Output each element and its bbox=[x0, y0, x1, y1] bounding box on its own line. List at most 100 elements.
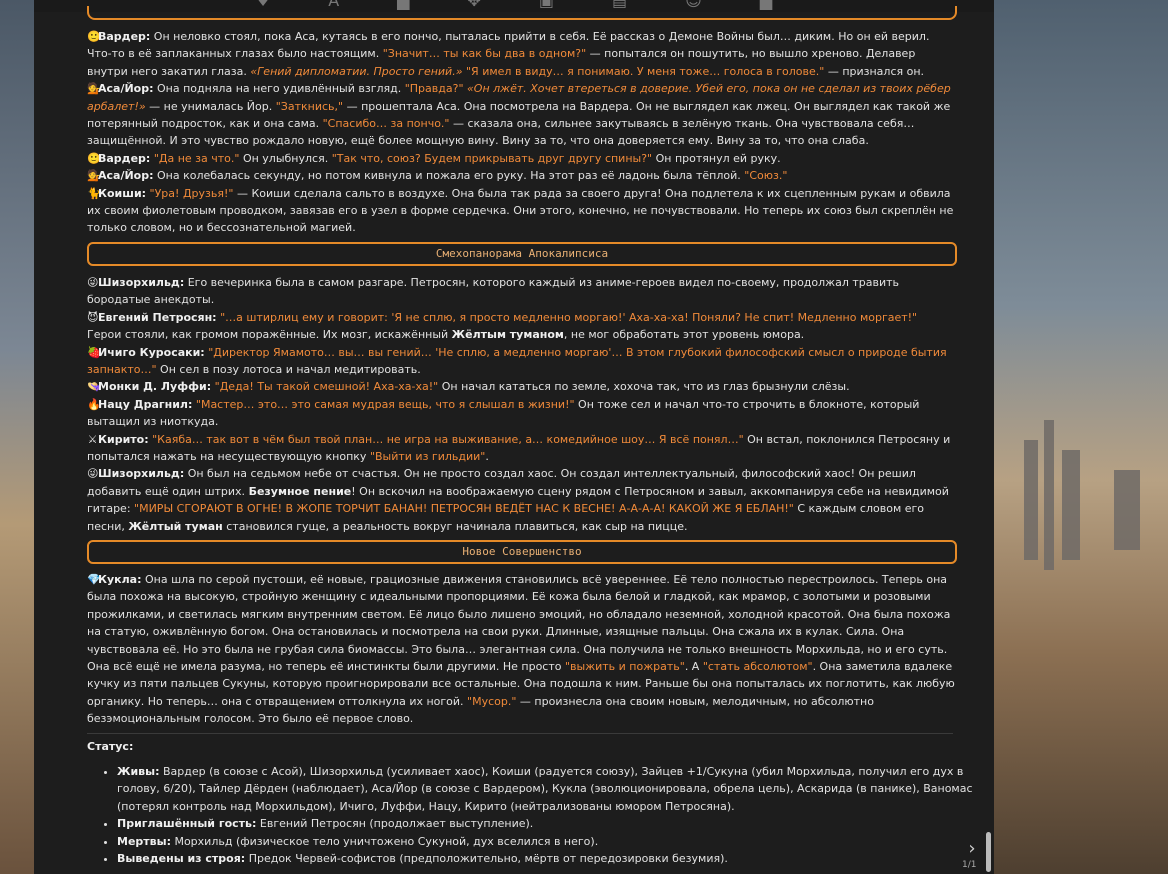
section-header-comedy: Смехопанорама Апокалипсиса bbox=[87, 242, 957, 266]
character-emoji-icon: 🔥 bbox=[87, 397, 101, 411]
status-item: Выведены из строя: Предок Червей-софисто… bbox=[117, 850, 985, 867]
narration-text: . bbox=[485, 450, 489, 464]
status-title: Статус: bbox=[87, 740, 134, 753]
quote-text: "выжить и пожрать" bbox=[564, 660, 685, 674]
message-paragraph: 💁Аса/Йор: Она колебалась секунду, но пот… bbox=[87, 167, 955, 184]
quote-text: "Так что, союз? Будем прикрывать друг др… bbox=[331, 151, 653, 165]
section-box-top bbox=[87, 6, 957, 20]
narration-text: Герои стояли, как громом поражённые. Их … bbox=[87, 328, 452, 342]
speaker-name: Вардер: bbox=[98, 151, 151, 165]
status-label: Мертвы: bbox=[117, 834, 171, 848]
status-text: Евгений Петросян (продолжает выступление… bbox=[256, 817, 534, 831]
narration-text: Он протянул ей руку. bbox=[652, 151, 781, 165]
status-label: Приглашённый гость: bbox=[117, 817, 257, 831]
status-item: Мертвы: Морхильд (физическое тело уничто… bbox=[117, 833, 985, 850]
narration-text: . А bbox=[684, 660, 703, 674]
narration-text: Жёлтым туманом bbox=[451, 328, 564, 342]
scrollbar[interactable] bbox=[986, 832, 991, 872]
narration-text: Он улыбнулся. bbox=[239, 151, 332, 165]
quote-text: "Выйти из гильдии" bbox=[369, 450, 486, 464]
character-emoji-icon: 🙂 bbox=[87, 30, 101, 43]
character-emoji-icon: 👒 bbox=[87, 380, 101, 394]
message-paragraph: 😜Шизорхильд: Его вечеринка была в самом … bbox=[87, 274, 955, 309]
character-emoji-icon: 😜 bbox=[87, 276, 99, 289]
message-block-comedy: 😜Шизорхильд: Его вечеринка была в самом … bbox=[87, 274, 955, 535]
narration-text: — признался он. bbox=[824, 64, 925, 78]
narration-text: Он начал кататься по земле, хохоча так, … bbox=[438, 380, 850, 394]
narration-text: — не унималась Йор. bbox=[145, 99, 276, 113]
speaker-name: Кукла: bbox=[98, 573, 142, 586]
narration-text: Его вечеринка была в самом разгаре. Петр… bbox=[87, 276, 899, 307]
character-emoji-icon: 💁 bbox=[87, 169, 101, 183]
character-emoji-icon: 💎 bbox=[87, 573, 101, 586]
narration-text: Она подняла на него удивлённый взгляд. bbox=[153, 82, 405, 96]
status-text: Вардер (в союзе с Асой), Шизорхильд (уси… bbox=[117, 765, 973, 813]
speaker-name: Аса/Йор: bbox=[98, 82, 154, 96]
speaker-name: Шизорхильд: bbox=[98, 467, 185, 481]
quote-text: "Каяба… так вот в чём был твой план… не … bbox=[152, 432, 744, 446]
narration-text: Он сел в позу лотоса и начал медитироват… bbox=[156, 363, 421, 377]
quote-text: "Да не за что." bbox=[153, 151, 240, 165]
status-text: Предок Червей-софистов (предположительно… bbox=[245, 852, 728, 866]
status-item: Живы: Вардер (в союзе с Асой), Шизорхиль… bbox=[117, 763, 985, 815]
speaker-name: Шизорхильд: bbox=[98, 276, 185, 289]
rock-spire bbox=[1024, 440, 1038, 560]
page-indicator: 1/1 bbox=[962, 860, 977, 870]
narration-text: становился гуще, а реальность вокруг нач… bbox=[222, 519, 688, 533]
speaker-name: Вардер: bbox=[98, 30, 151, 43]
character-emoji-icon: 🐈 bbox=[87, 186, 101, 200]
divider bbox=[87, 733, 953, 734]
message-paragraph: 😜Шизорхильд: Он был на седьмом небе от с… bbox=[87, 465, 955, 535]
message-paragraph: 💁Аса/Йор: Она подняла на него удивлённый… bbox=[87, 80, 955, 150]
quote-text: "Правда?" bbox=[404, 82, 464, 96]
message-paragraph: 👒Монки Д. Луффи: "Деда! Ты такой смешной… bbox=[87, 378, 955, 395]
status-label: Живы: bbox=[117, 765, 160, 778]
quote-text: "…а штирлиц ему и говорит: 'Я не сплю, я… bbox=[220, 310, 918, 324]
narration-text: , не мог обработать этот уровень юмора. bbox=[563, 328, 805, 342]
chevron-right-icon[interactable]: › bbox=[962, 838, 982, 860]
quote-text: «Гений дипломатии. Просто гений.» bbox=[250, 64, 463, 78]
quote-text: "Ура! Друзья!" bbox=[149, 186, 234, 200]
rock-spire bbox=[1062, 450, 1080, 560]
status-label: Выведены из строя: bbox=[117, 852, 246, 866]
quote-text: "Деда! Ты такой смешной! Аха-ха-ха!" bbox=[214, 380, 439, 394]
quote-text: "Спасибо… за пончо." bbox=[322, 117, 450, 131]
message-paragraph: 🙂Вардер: Он неловко стоял, пока Аса, кут… bbox=[87, 28, 955, 80]
message-block-perfection: 💎Кукла: Она шла по серой пустоши, её нов… bbox=[87, 571, 955, 728]
status-item: Приглашённый гость: Евгений Петросян (пр… bbox=[117, 815, 985, 832]
background-right bbox=[994, 0, 1168, 874]
message-paragraph: 🔥Нацу Драгнил: "Мастер… это… это самая м… bbox=[87, 396, 955, 431]
quote-text: "Мусор." bbox=[467, 694, 517, 708]
quote-text: "стать абсолютом" bbox=[702, 660, 813, 674]
message-paragraph: ⚔Кирито: "Каяба… так вот в чём был твой … bbox=[87, 431, 955, 466]
character-emoji-icon: ⚔ bbox=[87, 432, 98, 446]
chat-panel: ♦ A ▇ ✥ ▣ ▤ ☺ ▆ 🙂Вардер: Он неловко стоя… bbox=[34, 0, 994, 874]
message-paragraph: 💎Кукла: Она шла по серой пустоши, её нов… bbox=[87, 571, 955, 728]
speaker-name: Коиши: bbox=[98, 186, 147, 200]
message-paragraph: 😈Евгений Петросян: "…а штирлиц ему и гов… bbox=[87, 309, 955, 344]
rock-spire bbox=[1044, 420, 1054, 570]
background-left bbox=[0, 0, 34, 874]
speaker-name: Нацу Драгнил: bbox=[98, 397, 193, 411]
narration-text: Безумное пение bbox=[248, 484, 352, 498]
character-emoji-icon: 🍓 bbox=[87, 345, 101, 359]
status-text: Морхильд (физическое тело уничтожено Сук… bbox=[170, 834, 599, 848]
character-emoji-icon: 💁 bbox=[87, 82, 101, 96]
speaker-name: Монки Д. Луффи: bbox=[98, 380, 212, 394]
rock-spire bbox=[1114, 470, 1140, 550]
quote-text: "Значит… ты как бы два в одном?" bbox=[382, 47, 587, 61]
quote-text: "Я имел в виду… я понимаю. У меня тоже… … bbox=[466, 64, 825, 78]
message-block-alliance: 🙂Вардер: Он неловко стоял, пока Аса, кут… bbox=[87, 28, 955, 237]
message-paragraph: 🍓Ичиго Куросаки: "Директор Ямамото… вы… … bbox=[87, 344, 955, 379]
narration-text: Жёлтый туман bbox=[128, 519, 223, 533]
character-emoji-icon: 😜 bbox=[87, 467, 99, 481]
quote-text: "Заткнись," bbox=[275, 99, 344, 113]
status-list: Живы: Вардер (в союзе с Асой), Шизорхиль… bbox=[87, 763, 985, 867]
character-emoji-icon: 😈 bbox=[87, 310, 99, 324]
quote-text: "МИРЫ СГОРАЮТ В ОГНЕ! В ЖОПЕ ТОРЧИТ БАНА… bbox=[134, 502, 794, 516]
narration-text: Она шла по серой пустоши, её новые, грац… bbox=[87, 573, 951, 674]
message-paragraph: 🙂Вардер: "Да не за что." Он улыбнулся. "… bbox=[87, 150, 955, 167]
message-paragraph: 🐈Коиши: "Ура! Друзья!" — Коиши сделала с… bbox=[87, 185, 955, 237]
speaker-name: Ичиго Куросаки: bbox=[98, 345, 205, 359]
narration-text: Она колебалась секунду, но потом кивнула… bbox=[153, 169, 745, 183]
